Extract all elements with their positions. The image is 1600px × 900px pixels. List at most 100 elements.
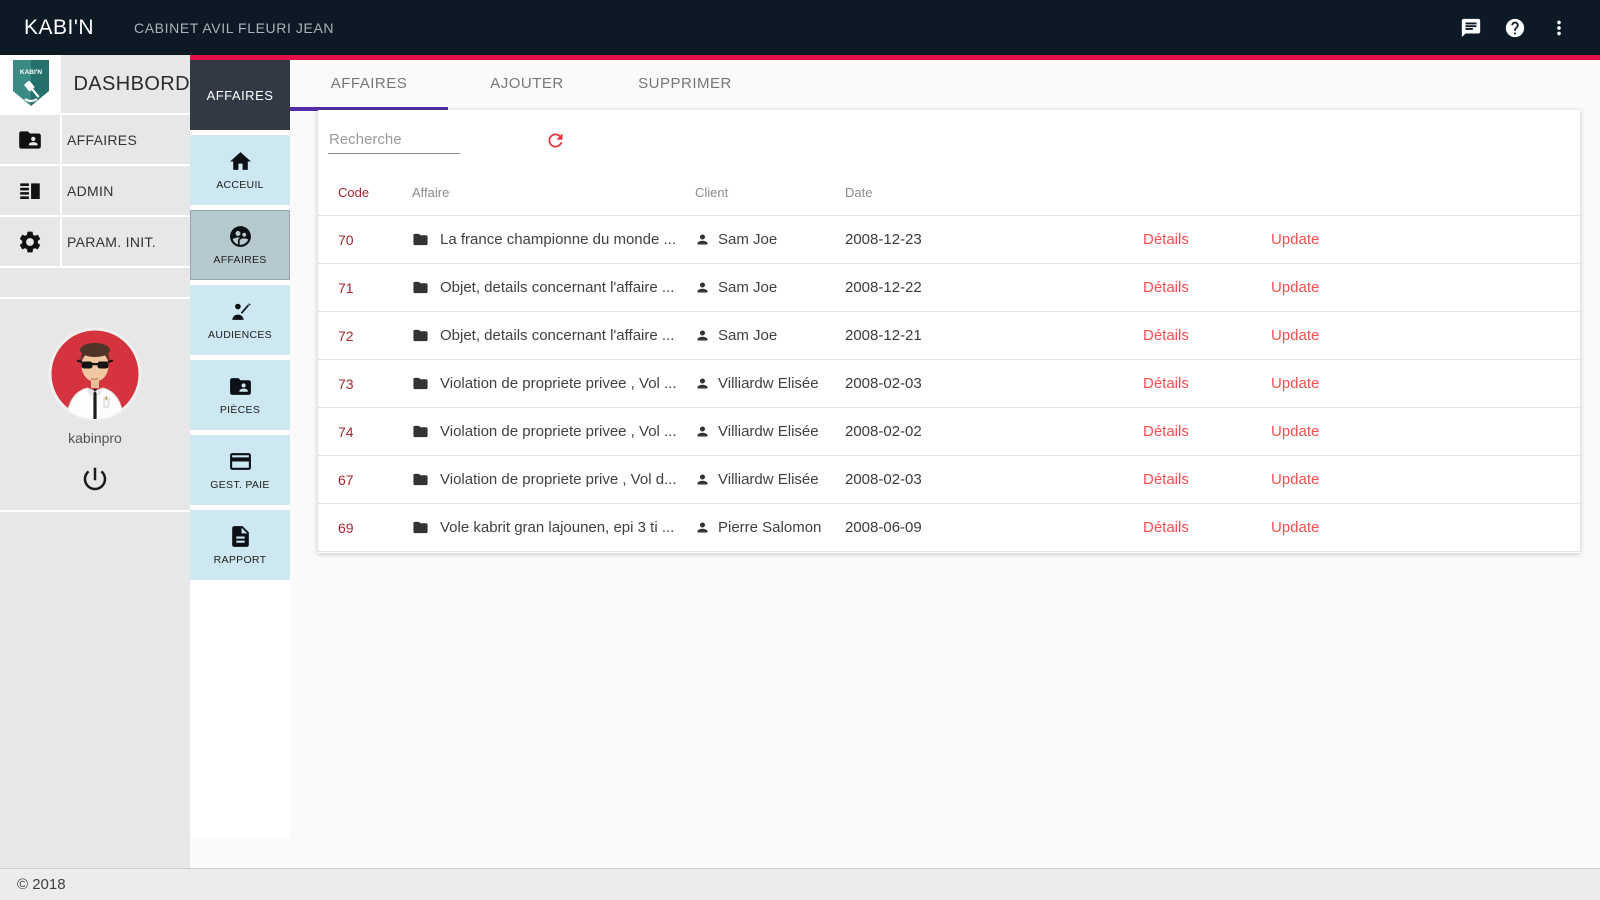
folder-icon: [412, 423, 429, 440]
code-cell: 71: [318, 280, 412, 296]
date-cell: 2008-02-03: [845, 375, 1143, 392]
report-doc-icon: [228, 524, 253, 549]
client-cell: Sam Joe: [695, 231, 845, 248]
details-link[interactable]: Détails: [1143, 519, 1189, 536]
copyright: © 2018: [17, 876, 66, 893]
code-cell: 74: [318, 424, 412, 440]
code-cell: 69: [318, 520, 412, 536]
home-icon: [228, 149, 253, 174]
details-link[interactable]: Détails: [1143, 279, 1189, 296]
person-icon: [695, 328, 710, 343]
kabin-shield-logo: KABI'N: [0, 55, 61, 113]
details-link[interactable]: Détails: [1143, 327, 1189, 344]
date-cell: 2008-02-02: [845, 423, 1143, 440]
folder-icon: [412, 471, 429, 488]
table-row: 67 Violation de propriete prive , Vol d.…: [318, 456, 1580, 504]
affaire-cell: Violation de propriete prive , Vol d...: [412, 471, 695, 488]
table-row: 74 Violation de propriete privee , Vol .…: [318, 408, 1580, 456]
person-icon: [695, 280, 710, 295]
affaire-cell: La france championne du monde ...: [412, 231, 695, 248]
person-icon: [695, 376, 710, 391]
table-row: 70 La france championne du monde ... Sam…: [318, 216, 1580, 264]
sidebar-item-admin[interactable]: ADMIN: [0, 166, 190, 217]
tab-ajouter[interactable]: AJOUTER: [448, 60, 606, 107]
person-icon: [695, 232, 710, 247]
update-link[interactable]: Update: [1271, 519, 1319, 536]
update-link[interactable]: Update: [1271, 279, 1319, 296]
details-link[interactable]: Détails: [1143, 423, 1189, 440]
chat-icon[interactable]: [1460, 17, 1482, 39]
table-header: Code Affaire Client Date: [318, 170, 1580, 216]
tab-bar: AFFAIRES AJOUTER SUPPRIMER: [290, 60, 1600, 107]
rail-item-rapport[interactable]: RAPPORT: [190, 510, 290, 580]
folder-icon: [412, 375, 429, 392]
date-cell: 2008-12-21: [845, 327, 1143, 344]
rail-item-audiences[interactable]: AUDIENCES: [190, 285, 290, 355]
sidebar-item-param-init[interactable]: PARAM. INIT.: [0, 217, 190, 268]
admin-list-icon: [0, 166, 62, 215]
update-link[interactable]: Update: [1271, 471, 1319, 488]
folder-shared-icon: [0, 115, 62, 164]
column-header-date: Date: [845, 185, 1143, 200]
update-link[interactable]: Update: [1271, 375, 1319, 392]
date-cell: 2008-06-09: [845, 519, 1143, 536]
rail-item-gest-paie[interactable]: GEST. PAIE: [190, 435, 290, 505]
tab-affaires[interactable]: AFFAIRES: [290, 60, 448, 107]
gear-icon: [0, 217, 62, 266]
credit-card-icon: [228, 449, 253, 474]
date-cell: 2008-12-23: [845, 231, 1143, 248]
client-cell: Villiardw Elisée: [695, 375, 845, 392]
refresh-icon[interactable]: [545, 130, 566, 151]
person-icon: [695, 520, 710, 535]
affaire-cell: Violation de propriete privee , Vol ...: [412, 375, 695, 392]
tab-supprimer[interactable]: SUPPRIMER: [606, 60, 764, 107]
cabinet-title: CABINET AVIL FLEURI JEAN: [134, 20, 334, 36]
client-cell: Sam Joe: [695, 327, 845, 344]
column-header-code: Code: [318, 185, 412, 200]
date-cell: 2008-02-03: [845, 471, 1143, 488]
sidebar: KABI'N DASHBORD AFFAIRES ADMIN PARAM. IN…: [0, 55, 190, 868]
code-cell: 67: [318, 472, 412, 488]
svg-text:KABI'N: KABI'N: [20, 69, 42, 76]
help-icon[interactable]: [1504, 17, 1526, 39]
footer: © 2018: [0, 868, 1600, 900]
client-cell: Villiardw Elisée: [695, 423, 845, 440]
date-cell: 2008-12-22: [845, 279, 1143, 296]
affaires-card: Code Affaire Client Date 70 La france ch…: [318, 110, 1580, 553]
folder-icon: [412, 327, 429, 344]
details-link[interactable]: Détails: [1143, 471, 1189, 488]
rail-item-pieces[interactable]: PIÈCES: [190, 360, 290, 430]
rail-item-affaires[interactable]: AFFAIRES: [190, 210, 290, 280]
table-row: 73 Violation de propriete privee , Vol .…: [318, 360, 1580, 408]
search-input[interactable]: [328, 126, 460, 154]
client-cell: Sam Joe: [695, 279, 845, 296]
folder-icon: [412, 231, 429, 248]
sidebar-item-affaires[interactable]: AFFAIRES: [0, 115, 190, 166]
update-link[interactable]: Update: [1271, 231, 1319, 248]
red-accent-line: [190, 55, 1600, 60]
update-link[interactable]: Update: [1271, 423, 1319, 440]
update-link[interactable]: Update: [1271, 327, 1319, 344]
avatar: [47, 326, 143, 422]
affaire-cell: Violation de propriete privee , Vol ...: [412, 423, 695, 440]
client-cell: Pierre Salomon: [695, 519, 845, 536]
username: kabinpro: [68, 430, 122, 446]
app-brand: KABI'N: [24, 16, 94, 40]
user-profile: kabinpro: [0, 299, 190, 512]
code-cell: 70: [318, 232, 412, 248]
details-link[interactable]: Détails: [1143, 375, 1189, 392]
folder-icon: [412, 519, 429, 536]
folder-shared-icon: [228, 374, 253, 399]
affaire-cell: Vole kabrit gran lajounen, epi 3 ti ...: [412, 519, 695, 536]
power-icon[interactable]: [80, 464, 110, 494]
affaire-cell: Objet, details concernant l'affaire ...: [412, 279, 695, 296]
more-vert-icon[interactable]: [1548, 17, 1570, 39]
rail-item-acceuil[interactable]: ACCEUIL: [190, 135, 290, 205]
person-icon: [695, 424, 710, 439]
affaire-cell: Objet, details concernant l'affaire ...: [412, 327, 695, 344]
topbar: KABI'N CABINET AVIL FLEURI JEAN: [0, 0, 1600, 55]
icon-rail: AFFAIRES ACCEUIL AFFAIRES AUDIENCES PIÈC…: [190, 60, 290, 838]
details-link[interactable]: Détails: [1143, 231, 1189, 248]
client-cell: Villiardw Elisée: [695, 471, 845, 488]
code-cell: 73: [318, 376, 412, 392]
